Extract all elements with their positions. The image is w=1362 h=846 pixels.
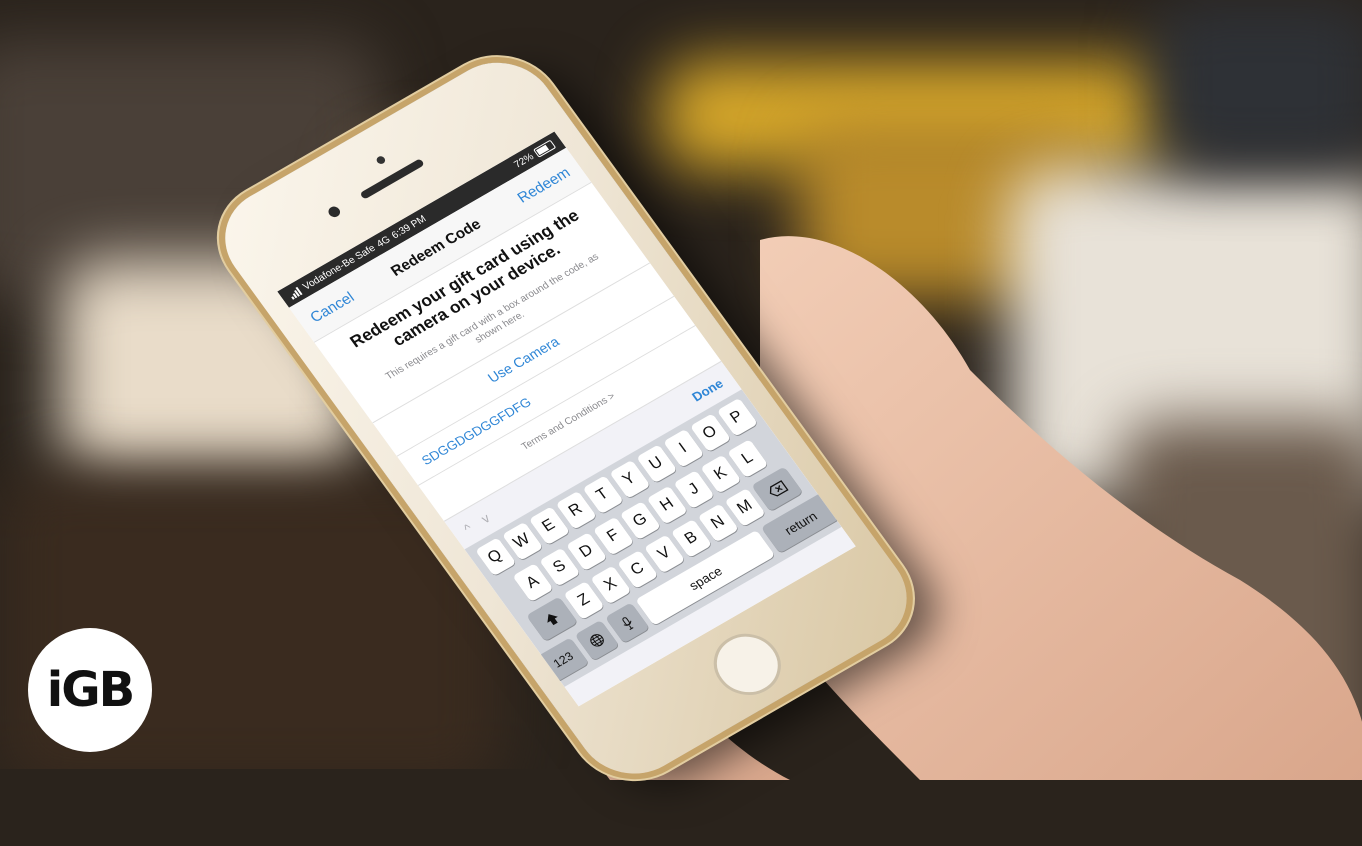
home-button[interactable] bbox=[700, 622, 794, 707]
igb-logo: iGB bbox=[28, 628, 152, 752]
field-navigation: ^ v bbox=[460, 510, 492, 536]
proximity-sensor bbox=[326, 204, 343, 220]
chevron-down-icon[interactable]: v bbox=[478, 510, 492, 525]
done-button[interactable]: Done bbox=[689, 375, 726, 403]
cancel-button[interactable]: Cancel bbox=[307, 289, 357, 326]
logo-text: iGB bbox=[46, 662, 135, 718]
earpiece-speaker bbox=[359, 158, 425, 200]
front-camera bbox=[375, 154, 387, 166]
signal-icon bbox=[287, 286, 303, 300]
chevron-up-icon[interactable]: ^ bbox=[460, 520, 474, 535]
network-label: 4G bbox=[374, 233, 393, 250]
